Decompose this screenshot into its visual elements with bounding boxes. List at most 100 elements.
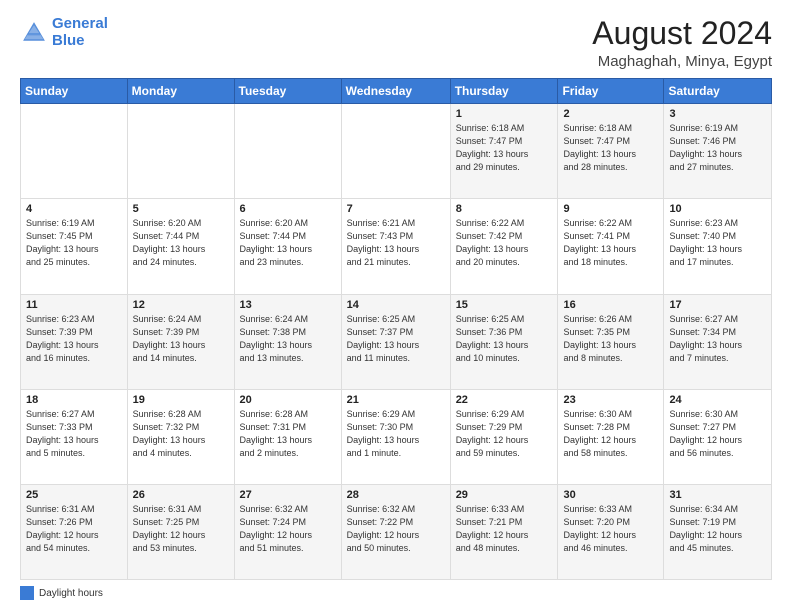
logo: General Blue (20, 16, 108, 49)
table-row: 11Sunrise: 6:23 AM Sunset: 7:39 PM Dayli… (21, 294, 128, 389)
logo-text: General Blue (52, 16, 108, 49)
day-info: Sunrise: 6:32 AM Sunset: 7:22 PM Dayligh… (347, 503, 445, 555)
day-info: Sunrise: 6:30 AM Sunset: 7:27 PM Dayligh… (669, 408, 766, 460)
table-row: 28 Sunrise: 6:32 AM Sunset: 7:22 PM Dayli… (341, 484, 450, 579)
table-row: 14 Sunrise: 6:25 AM Sunset: 7:37 PM Dayli… (341, 294, 450, 389)
day-number: 31 (669, 489, 766, 501)
calendar-week-row: 11Sunrise: 6:23 AM Sunset: 7:39 PM Dayli… (21, 294, 772, 389)
day-info: Sunrise: 6:22 AM Sunset: 7:42 PM Dayligh… (456, 217, 553, 269)
table-row: 27 Sunrise: 6:32 AM Sunset: 7:24 PM Dayli… (234, 484, 341, 579)
footer: Daylight hours (20, 586, 772, 600)
table-row: 16 Sunrise: 6:26 AM Sunset: 7:35 PM Dayli… (558, 294, 664, 389)
col-saturday: Saturday (664, 79, 772, 104)
day-number: 4 (26, 203, 122, 215)
calendar-week-row: 25Sunrise: 6:31 AM Sunset: 7:26 PM Dayli… (21, 484, 772, 579)
daylight-legend-label: Daylight hours (39, 588, 103, 599)
table-row: 5 Sunrise: 6:20 AM Sunset: 7:44 PM Daylig… (127, 199, 234, 294)
day-info: Sunrise: 6:20 AM Sunset: 7:44 PM Dayligh… (133, 217, 229, 269)
day-number: 30 (563, 489, 658, 501)
day-number: 26 (133, 489, 229, 501)
day-info: Sunrise: 6:27 AM Sunset: 7:33 PM Dayligh… (26, 408, 122, 460)
day-info: Sunrise: 6:30 AM Sunset: 7:28 PM Dayligh… (563, 408, 658, 460)
day-number: 27 (240, 489, 336, 501)
day-info: Sunrise: 6:22 AM Sunset: 7:41 PM Dayligh… (563, 217, 658, 269)
day-info: Sunrise: 6:24 AM Sunset: 7:39 PM Dayligh… (133, 313, 229, 365)
day-info: Sunrise: 6:29 AM Sunset: 7:30 PM Dayligh… (347, 408, 445, 460)
day-info: Sunrise: 6:23 AM Sunset: 7:39 PM Dayligh… (26, 313, 122, 365)
month-title: August 2024 (592, 16, 772, 51)
header: General Blue August 2024 Maghaghah, Miny… (20, 16, 772, 70)
table-row: 24 Sunrise: 6:30 AM Sunset: 7:27 PM Dayli… (664, 389, 772, 484)
day-info: Sunrise: 6:21 AM Sunset: 7:43 PM Dayligh… (347, 217, 445, 269)
table-row: 21 Sunrise: 6:29 AM Sunset: 7:30 PM Dayli… (341, 389, 450, 484)
day-number: 16 (563, 299, 658, 311)
table-row: 4Sunrise: 6:19 AM Sunset: 7:45 PM Daylig… (21, 199, 128, 294)
calendar-header-row: Sunday Monday Tuesday Wednesday Thursday… (21, 79, 772, 104)
day-number: 7 (347, 203, 445, 215)
calendar-week-row: 18Sunrise: 6:27 AM Sunset: 7:33 PM Dayli… (21, 389, 772, 484)
table-row: 19 Sunrise: 6:28 AM Sunset: 7:32 PM Dayli… (127, 389, 234, 484)
day-number: 6 (240, 203, 336, 215)
table-row: 6 Sunrise: 6:20 AM Sunset: 7:44 PM Daylig… (234, 199, 341, 294)
col-friday: Friday (558, 79, 664, 104)
table-row: 2 Sunrise: 6:18 AM Sunset: 7:47 PM Daylig… (558, 104, 664, 199)
table-row: 7 Sunrise: 6:21 AM Sunset: 7:43 PM Daylig… (341, 199, 450, 294)
day-info: Sunrise: 6:27 AM Sunset: 7:34 PM Dayligh… (669, 313, 766, 365)
day-number: 22 (456, 394, 553, 406)
logo-general: General (52, 15, 108, 32)
day-info: Sunrise: 6:34 AM Sunset: 7:19 PM Dayligh… (669, 503, 766, 555)
day-number: 19 (133, 394, 229, 406)
day-info: Sunrise: 6:28 AM Sunset: 7:31 PM Dayligh… (240, 408, 336, 460)
day-info: Sunrise: 6:24 AM Sunset: 7:38 PM Dayligh… (240, 313, 336, 365)
day-info: Sunrise: 6:25 AM Sunset: 7:36 PM Dayligh… (456, 313, 553, 365)
day-info: Sunrise: 6:26 AM Sunset: 7:35 PM Dayligh… (563, 313, 658, 365)
daylight-legend-box (20, 586, 34, 600)
table-row: 9Sunrise: 6:22 AM Sunset: 7:41 PM Daylig… (558, 199, 664, 294)
day-info: Sunrise: 6:25 AM Sunset: 7:37 PM Dayligh… (347, 313, 445, 365)
day-number: 28 (347, 489, 445, 501)
table-row (21, 104, 128, 199)
calendar-table: Sunday Monday Tuesday Wednesday Thursday… (20, 78, 772, 580)
col-tuesday: Tuesday (234, 79, 341, 104)
table-row (234, 104, 341, 199)
day-info: Sunrise: 6:28 AM Sunset: 7:32 PM Dayligh… (133, 408, 229, 460)
day-number: 21 (347, 394, 445, 406)
day-info: Sunrise: 6:33 AM Sunset: 7:20 PM Dayligh… (563, 503, 658, 555)
day-number: 12 (133, 299, 229, 311)
table-row: 30 Sunrise: 6:33 AM Sunset: 7:20 PM Dayli… (558, 484, 664, 579)
day-info: Sunrise: 6:31 AM Sunset: 7:25 PM Dayligh… (133, 503, 229, 555)
day-number: 8 (456, 203, 553, 215)
day-info: Sunrise: 6:23 AM Sunset: 7:40 PM Dayligh… (669, 217, 766, 269)
day-info: Sunrise: 6:18 AM Sunset: 7:47 PM Dayligh… (563, 122, 658, 174)
day-number: 14 (347, 299, 445, 311)
col-wednesday: Wednesday (341, 79, 450, 104)
day-number: 13 (240, 299, 336, 311)
calendar-week-row: 4Sunrise: 6:19 AM Sunset: 7:45 PM Daylig… (21, 199, 772, 294)
day-number: 10 (669, 203, 766, 215)
calendar-week-row: 1 Sunrise: 6:18 AM Sunset: 7:47 PM Daylig… (21, 104, 772, 199)
table-row: 22Sunrise: 6:29 AM Sunset: 7:29 PM Dayli… (450, 389, 558, 484)
table-row: 8 Sunrise: 6:22 AM Sunset: 7:42 PM Daylig… (450, 199, 558, 294)
col-sunday: Sunday (21, 79, 128, 104)
page: General Blue August 2024 Maghaghah, Miny… (0, 0, 792, 612)
location-title: Maghaghah, Minya, Egypt (592, 53, 772, 70)
day-number: 5 (133, 203, 229, 215)
table-row: 29Sunrise: 6:33 AM Sunset: 7:21 PM Dayli… (450, 484, 558, 579)
day-info: Sunrise: 6:32 AM Sunset: 7:24 PM Dayligh… (240, 503, 336, 555)
day-number: 24 (669, 394, 766, 406)
table-row: 15Sunrise: 6:25 AM Sunset: 7:36 PM Dayli… (450, 294, 558, 389)
day-number: 20 (240, 394, 336, 406)
day-info: Sunrise: 6:31 AM Sunset: 7:26 PM Dayligh… (26, 503, 122, 555)
table-row: 10 Sunrise: 6:23 AM Sunset: 7:40 PM Dayli… (664, 199, 772, 294)
day-number: 1 (456, 108, 553, 120)
day-info: Sunrise: 6:20 AM Sunset: 7:44 PM Dayligh… (240, 217, 336, 269)
table-row: 1Sunrise: 6:18 AM Sunset: 7:47 PM Daylig… (450, 104, 558, 199)
daylight-legend: Daylight hours (20, 586, 103, 600)
day-number: 2 (563, 108, 658, 120)
table-row (341, 104, 450, 199)
day-info: Sunrise: 6:33 AM Sunset: 7:21 PM Dayligh… (456, 503, 553, 555)
table-row: 26 Sunrise: 6:31 AM Sunset: 7:25 PM Dayli… (127, 484, 234, 579)
table-row: 3Sunrise: 6:19 AM Sunset: 7:46 PM Daylig… (664, 104, 772, 199)
day-info: Sunrise: 6:19 AM Sunset: 7:46 PM Dayligh… (669, 122, 766, 174)
col-monday: Monday (127, 79, 234, 104)
